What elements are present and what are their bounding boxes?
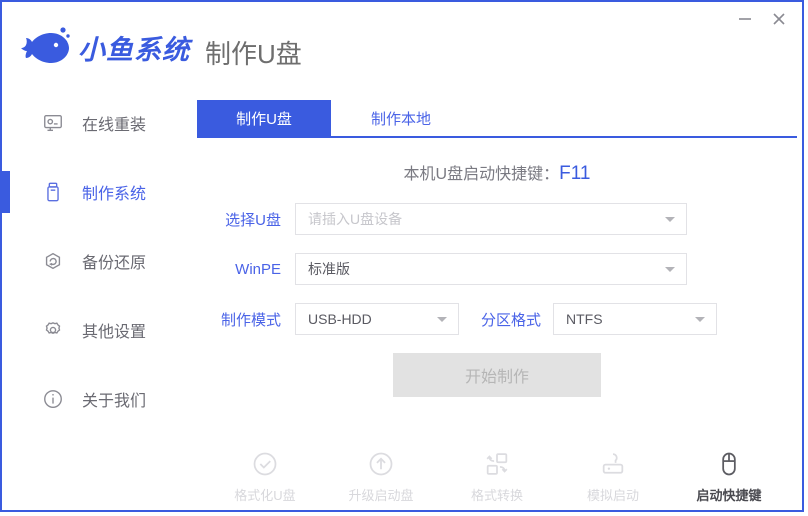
monitor-icon [40, 110, 66, 136]
sidebar-item-other-settings[interactable]: 其他设置 [2, 309, 190, 351]
form-row-usb: 选择U盘 请插入U盘设备 [197, 203, 797, 235]
simulate-boot-icon [598, 449, 628, 479]
bottom-tools: 格式化U盘 升级启动盘 [197, 449, 797, 504]
mouse-icon [714, 449, 744, 479]
active-marker [2, 240, 10, 282]
form-row-mode-partition: 制作模式 USB-HDD 分区格式 NTFS [197, 303, 797, 335]
tool-simulate-boot[interactable]: 模拟启动 [580, 449, 646, 504]
fish-logo-icon [16, 24, 74, 70]
form-row-winpe: WinPE 标准版 [197, 253, 797, 285]
tab-make-local[interactable]: 制作本地 [331, 100, 471, 136]
brand-logo: 小鱼系统 [16, 24, 190, 70]
backup-restore-icon [40, 248, 66, 274]
chevron-down-icon [665, 267, 675, 272]
info-icon [40, 386, 66, 412]
title-bar: 小鱼系统 制作U盘 [2, 2, 802, 88]
sidebar-item-label: 在线重装 [82, 111, 146, 135]
minimize-icon [737, 13, 753, 25]
winpe-select-label: WinPE [197, 261, 295, 278]
chevron-down-icon [437, 317, 447, 322]
arrow-up-circle-icon [366, 449, 396, 479]
mode-select-label: 制作模式 [197, 309, 295, 330]
window-controls [730, 6, 794, 32]
page-title: 制作U盘 [205, 34, 302, 71]
sidebar-item-backup-restore[interactable]: 备份还原 [2, 240, 190, 282]
tool-boot-hotkey[interactable]: 启动快捷键 [696, 449, 762, 504]
tool-label: 格式化U盘 [234, 485, 295, 504]
sidebar-item-label: 备份还原 [82, 249, 146, 273]
mode-select-value: USB-HDD [308, 311, 372, 327]
winpe-select[interactable]: 标准版 [295, 253, 687, 285]
gear-icon [40, 317, 66, 343]
tool-label: 升级启动盘 [348, 485, 413, 504]
close-button[interactable] [764, 6, 794, 32]
app-window: 小鱼系统 制作U盘 [0, 0, 804, 512]
minimize-button[interactable] [730, 6, 760, 32]
tool-upgrade-boot-disk[interactable]: 升级启动盘 [348, 449, 414, 504]
start-make-button[interactable]: 开始制作 [393, 353, 601, 397]
tool-format-usb[interactable]: 格式化U盘 [232, 449, 298, 504]
sidebar: 在线重装 制作系统 备份还原 [2, 88, 190, 510]
partition-select-value: NTFS [566, 311, 603, 327]
sidebar-item-make-system[interactable]: 制作系统 [2, 171, 190, 213]
check-circle-icon [250, 449, 280, 479]
brand-name: 小鱼系统 [78, 28, 190, 67]
mode-select[interactable]: USB-HDD [295, 303, 459, 335]
boot-hotkey-info: 本机U盘启动快捷键：F11 [197, 160, 797, 185]
chevron-down-icon [665, 217, 675, 222]
chevron-down-icon [695, 317, 705, 322]
sidebar-item-online-reinstall[interactable]: 在线重装 [2, 102, 190, 144]
tool-format-convert[interactable]: 格式转换 [464, 449, 530, 504]
primary-action-area: 开始制作 [197, 353, 797, 397]
tool-label: 启动快捷键 [696, 485, 761, 504]
active-marker [2, 171, 10, 213]
sidebar-item-label: 关于我们 [82, 387, 146, 411]
tool-label: 模拟启动 [587, 485, 639, 504]
partition-select-label: 分区格式 [459, 309, 553, 330]
boot-hotkey-value: F11 [559, 163, 590, 184]
active-marker [2, 102, 10, 144]
close-icon [771, 11, 787, 27]
sidebar-item-label: 制作系统 [82, 180, 146, 204]
make-usb-form: 选择U盘 请插入U盘设备 WinPE 标准版 制作模式 USB-HDD [197, 203, 797, 335]
usb-select-label: 选择U盘 [197, 209, 295, 230]
convert-icon [482, 449, 512, 479]
tab-make-usb[interactable]: 制作U盘 [197, 100, 331, 136]
usb-select[interactable]: 请插入U盘设备 [295, 203, 687, 235]
sidebar-item-about-us[interactable]: 关于我们 [2, 378, 190, 420]
tab-bar: 制作U盘 制作本地 [197, 100, 797, 138]
usb-drive-icon [40, 179, 66, 205]
main-content: 制作U盘 制作本地 本机U盘启动快捷键：F11 选择U盘 请插入U盘设备 Win… [190, 88, 802, 510]
sidebar-item-label: 其他设置 [82, 318, 146, 342]
boot-hotkey-label: 本机U盘启动快捷键： [404, 166, 560, 183]
usb-select-value: 请插入U盘设备 [308, 209, 402, 229]
winpe-select-value: 标准版 [308, 259, 350, 279]
tool-label: 格式转换 [471, 485, 523, 504]
partition-select[interactable]: NTFS [553, 303, 717, 335]
